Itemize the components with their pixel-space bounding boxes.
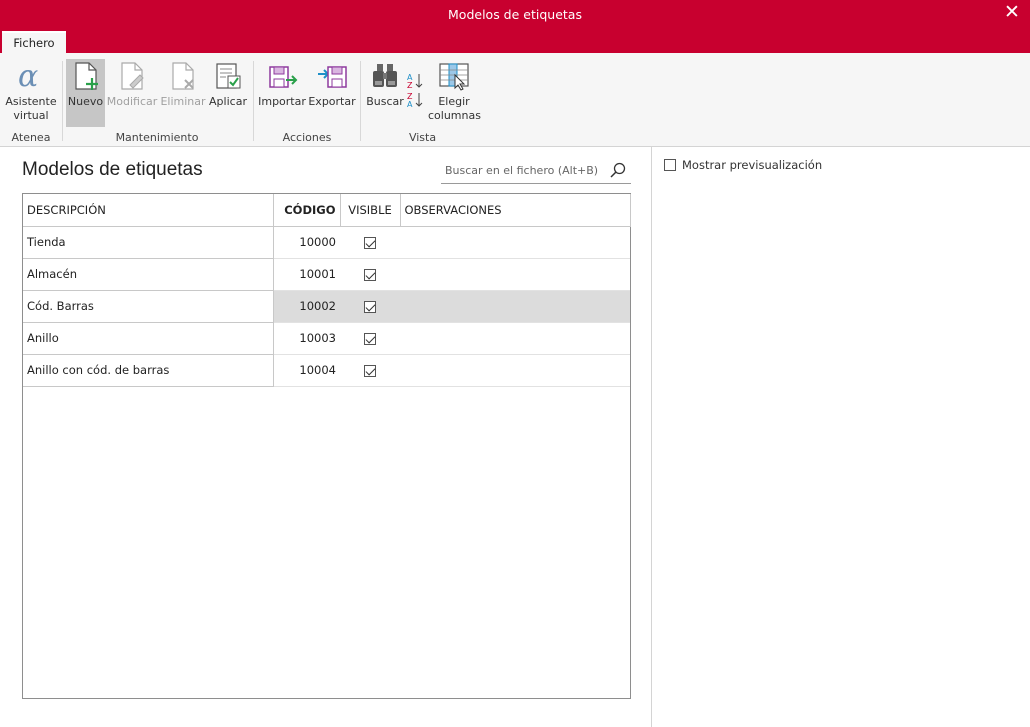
exportar-button[interactable]: Exportar: [308, 59, 356, 127]
close-icon[interactable]: ✕: [1002, 2, 1022, 24]
labels-table: DESCRIPCIÓN CÓDIGO VISIBLE OBSERVACIONES…: [22, 193, 631, 699]
preview-toggle[interactable]: Mostrar previsualización: [664, 158, 822, 172]
cell-codigo: 10004: [273, 354, 340, 387]
nuevo-button[interactable]: Nuevo: [66, 59, 105, 127]
visible-checkbox[interactable]: [364, 268, 376, 281]
cell-visible: [340, 258, 400, 291]
group-label-mantenimiento: Mantenimiento: [115, 131, 199, 144]
table-row[interactable]: Almacén 10001: [23, 258, 630, 291]
search-input[interactable]: [445, 160, 605, 180]
cell-observaciones: [400, 258, 630, 291]
cell-descripcion: Tienda: [23, 226, 274, 259]
table-row[interactable]: Anillo 10003: [23, 322, 630, 355]
column-header-visible[interactable]: VISIBLE: [340, 194, 401, 227]
asistente-virtual-button[interactable]: α Asistente virtual: [4, 59, 58, 127]
window-title: Modelos de etiquetas: [448, 7, 582, 22]
svg-text:α: α: [18, 61, 38, 91]
nuevo-label: Nuevo: [67, 95, 104, 108]
aplicar-button[interactable]: Aplicar: [208, 59, 248, 127]
preview-label: Mostrar previsualización: [682, 158, 823, 172]
group-separator: [253, 61, 254, 141]
svg-text:A: A: [407, 100, 413, 109]
column-header-observaciones[interactable]: OBSERVACIONES: [400, 194, 631, 227]
cell-visible: [340, 354, 400, 387]
cell-observaciones: [400, 354, 630, 387]
sort-button[interactable]: A Z Z A: [405, 59, 427, 127]
cell-codigo: 10001: [273, 258, 340, 291]
modificar-label: Modificar: [106, 95, 158, 108]
group-label-acciones: Acciones: [282, 131, 332, 144]
cell-observaciones: [400, 290, 630, 323]
table-header: DESCRIPCIÓN CÓDIGO VISIBLE OBSERVACIONES: [23, 194, 631, 227]
cell-visible: [340, 290, 400, 323]
choose-columns-icon: [439, 63, 469, 91]
title-bar: Modelos de etiquetas ✕: [0, 0, 1030, 30]
ribbon: α Asistente virtual Atenea Nuevo Modific…: [0, 53, 1030, 147]
cell-visible: [340, 226, 400, 259]
table-row[interactable]: Anillo con cód. de barras 10004: [23, 354, 630, 387]
asistente-virtual-label-2: virtual: [13, 109, 49, 122]
tab-fichero[interactable]: Fichero: [2, 31, 66, 53]
page-title: Modelos de etiquetas: [22, 159, 203, 180]
cell-descripcion: Anillo con cód. de barras: [23, 354, 274, 387]
apply-icon: [216, 63, 241, 89]
column-header-codigo[interactable]: CÓDIGO: [273, 194, 341, 227]
elegir-columnas-button[interactable]: Elegir columnas: [428, 59, 481, 127]
cell-observaciones: [400, 226, 630, 259]
elegir-columnas-label-1: Elegir: [438, 95, 470, 108]
cell-codigo: 10002: [273, 290, 340, 323]
search-icon[interactable]: [609, 161, 627, 179]
aplicar-label: Aplicar: [209, 95, 247, 108]
import-icon: [269, 66, 298, 88]
table-row-selected[interactable]: Cód. Barras 10002: [23, 290, 630, 323]
group-label-atenea: Atenea: [11, 131, 51, 144]
cell-visible: [340, 322, 400, 355]
ribbon-tab-strip: Fichero: [0, 30, 1030, 53]
delete-document-icon: [172, 62, 194, 90]
visible-checkbox[interactable]: [364, 332, 376, 345]
importar-button[interactable]: Importar: [258, 59, 306, 127]
panel-divider: [651, 147, 652, 727]
svg-text:Z: Z: [407, 81, 413, 90]
search-box: [441, 158, 631, 184]
edit-document-icon: [121, 62, 144, 90]
cell-descripcion: Anillo: [23, 322, 274, 355]
visible-checkbox[interactable]: [364, 364, 376, 377]
elegir-columnas-label-2: columnas: [428, 109, 481, 122]
visible-checkbox[interactable]: [364, 300, 376, 313]
binoculars-icon: [373, 64, 397, 87]
modificar-button[interactable]: Modificar: [106, 59, 158, 127]
alpha-icon: α: [18, 61, 38, 91]
cell-codigo: 10003: [273, 322, 340, 355]
visible-checkbox[interactable]: [364, 236, 376, 249]
cell-observaciones: [400, 322, 630, 355]
sort-az-icon: A Z Z A: [407, 73, 423, 109]
group-separator: [62, 61, 63, 141]
column-header-descripcion[interactable]: DESCRIPCIÓN: [23, 194, 274, 227]
cell-codigo: 10000: [273, 226, 340, 259]
asistente-virtual-label-1: Asistente: [5, 95, 57, 108]
exportar-label: Exportar: [308, 95, 356, 108]
buscar-button[interactable]: Buscar: [365, 59, 405, 127]
cell-descripcion: Cód. Barras: [23, 290, 274, 323]
table-row[interactable]: Tienda 10000: [23, 226, 630, 259]
eliminar-label: Eliminar: [160, 95, 206, 108]
export-icon: [318, 66, 347, 88]
preview-checkbox[interactable]: [664, 159, 676, 171]
cell-descripcion: Almacén: [23, 258, 274, 291]
new-document-icon: [74, 62, 98, 90]
eliminar-button[interactable]: Eliminar: [160, 59, 206, 127]
group-separator: [360, 61, 361, 141]
importar-label: Importar: [258, 95, 306, 108]
buscar-label: Buscar: [366, 95, 404, 108]
group-label-vista: Vista: [408, 131, 437, 144]
